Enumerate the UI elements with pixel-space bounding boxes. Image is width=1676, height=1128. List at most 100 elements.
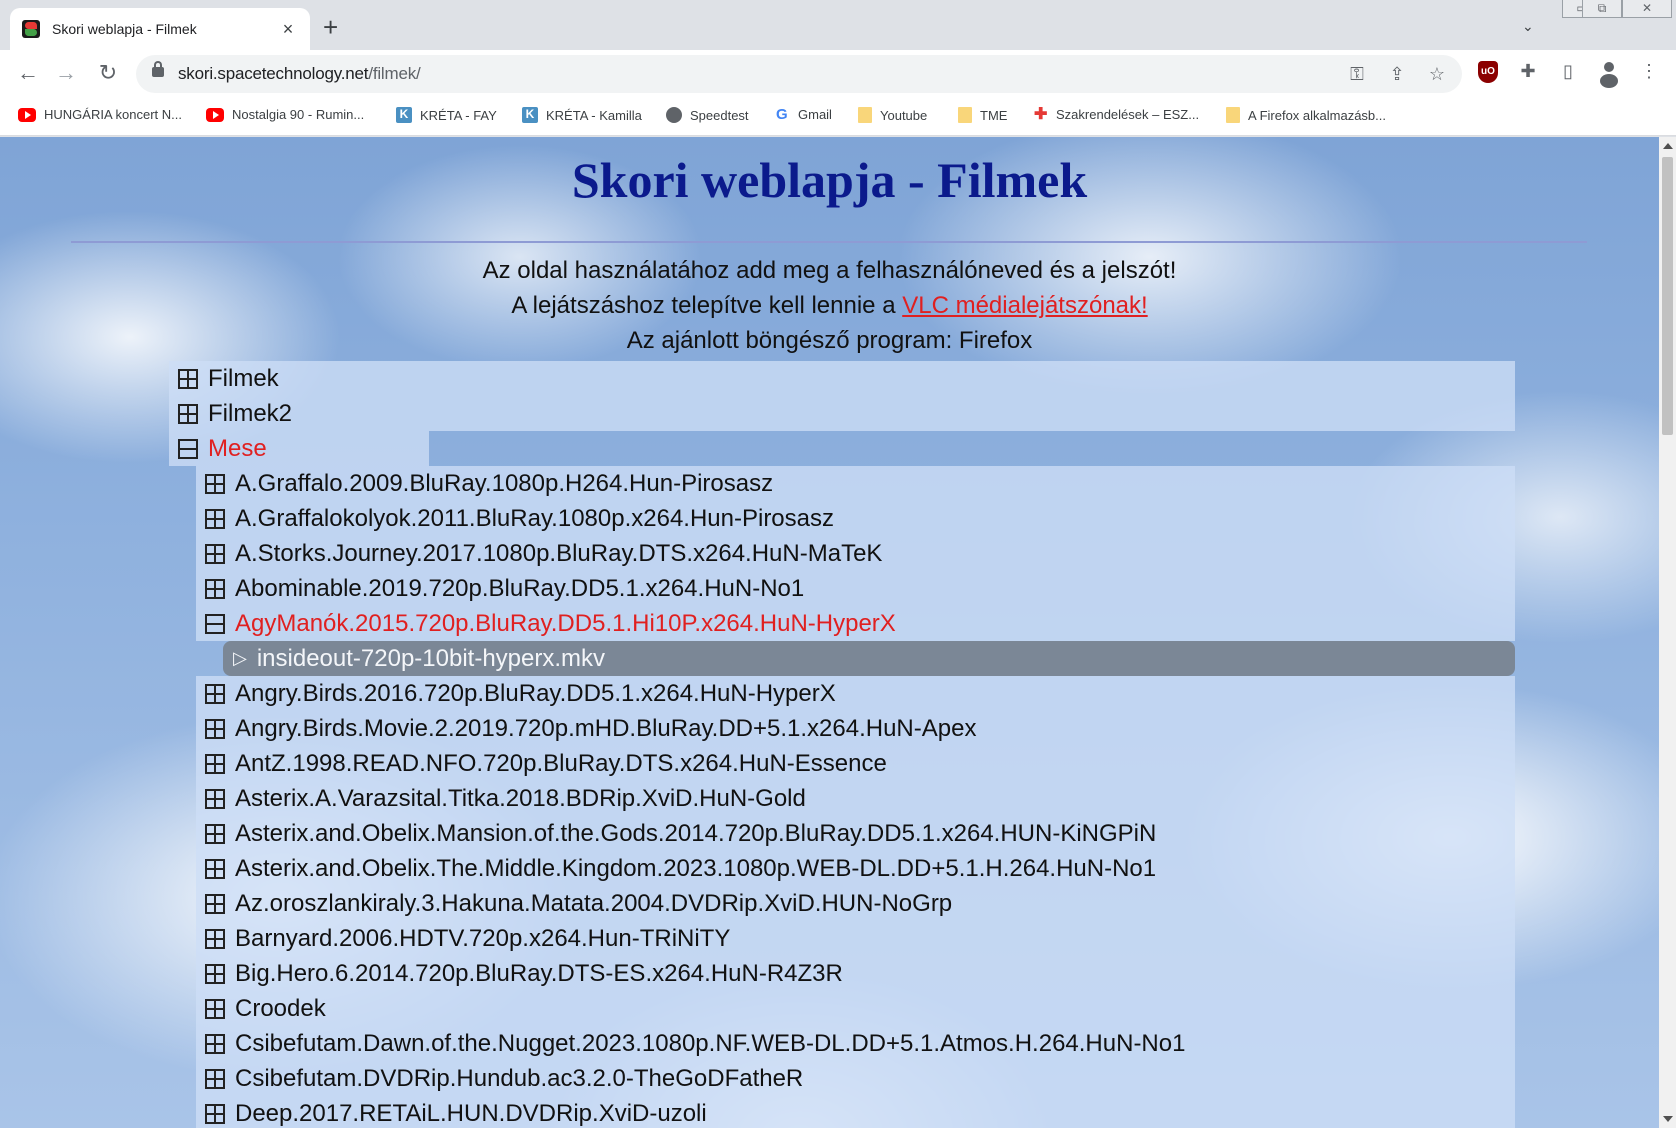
address-bar[interactable]: skori.spacetechnology.net/filmek/ ⚿ ⇪ ☆ <box>136 55 1462 93</box>
google-icon: G <box>776 105 788 123</box>
kreta-icon: K <box>396 107 412 123</box>
extensions-icon[interactable]: ✚ <box>1515 58 1541 84</box>
bookmarks-bar: HUNGÁRIA koncert N... Nostalgia 90 - Rum… <box>0 98 1676 136</box>
divider <box>71 241 1587 243</box>
tree-item[interactable]: Az.oroszlankiraly.3.Hakuna.Matata.2004.D… <box>196 886 1515 921</box>
expand-icon[interactable] <box>178 403 198 424</box>
bookmark-item[interactable]: A Firefox alkalmazásb... <box>1226 107 1386 123</box>
tree-item[interactable]: Deep.2017.RETAiL.HUN.DVDRip.XviD-uzoli <box>196 1096 1515 1128</box>
web-page: Skori weblapja - Filmek Az oldal használ… <box>0 137 1659 1128</box>
tab-close-icon[interactable]: × <box>278 19 298 40</box>
ublock-extension-icon[interactable]: uO <box>1478 61 1498 83</box>
expand-icon[interactable] <box>205 788 225 809</box>
tree-item[interactable]: A.Graffalo.2009.BluRay.1080p.H264.Hun-Pi… <box>196 466 1515 501</box>
tree-item[interactable]: Asterix.and.Obelix.The.Middle.Kingdom.20… <box>196 851 1515 886</box>
tree-item[interactable]: Csibefutam.Dawn.of.the.Nugget.2023.1080p… <box>196 1026 1515 1061</box>
tab-title: Skori weblapja - Filmek <box>52 21 197 37</box>
page-title: Skori weblapja - Filmek <box>571 152 1088 208</box>
red-cross-icon: ✚ <box>1034 105 1048 123</box>
expand-icon[interactable] <box>205 963 225 984</box>
folder-icon <box>858 107 872 123</box>
tree-folder-mese[interactable]: Mese <box>169 431 429 466</box>
scrollbar-thumb[interactable] <box>1662 157 1673 435</box>
expand-icon[interactable] <box>205 578 225 599</box>
reload-button[interactable]: ↻ <box>94 60 122 88</box>
play-icon[interactable]: ▷ <box>233 648 247 669</box>
expand-icon[interactable] <box>205 508 225 529</box>
share-icon[interactable]: ⇪ <box>1386 63 1408 85</box>
login-notice: Az oldal használatához add meg a felhasz… <box>482 257 1177 284</box>
browser-titlebar: Skori weblapja - Filmek × + ⌄ ▭ ⧉ ✕ <box>0 0 1676 50</box>
folder-tree: Filmek Filmek2 Mese A.Graffalo.2009.BluR… <box>169 361 1515 1128</box>
browser-menu-icon[interactable]: ⋮ <box>1636 58 1662 84</box>
tree-folder-filmek2[interactable]: Filmek2 <box>169 396 1515 431</box>
bookmark-item[interactable]: Youtube <box>858 107 927 123</box>
expand-icon[interactable] <box>205 683 225 704</box>
tree-item-open[interactable]: AgyManók.2015.720p.BluRay.DD5.1.Hi10P.x2… <box>196 606 1515 641</box>
bookmark-item[interactable]: K KRÉTA - Kamilla <box>522 107 642 123</box>
vlc-link[interactable]: VLC médialejátszónak! <box>902 292 1147 319</box>
scroll-down-icon[interactable] <box>1663 1116 1673 1122</box>
bookmark-item[interactable]: Nostalgia 90 - Rumin... <box>206 107 364 122</box>
vlc-notice: A lejátszáshoz telepítve kell lennie a V… <box>511 292 1148 319</box>
tree-item[interactable]: Asterix.A.Varazsital.Titka.2018.BDRip.Xv… <box>196 781 1515 816</box>
tree-item[interactable]: Big.Hero.6.2014.720p.BluRay.DTS-ES.x264.… <box>196 956 1515 991</box>
globe-icon <box>666 107 682 123</box>
side-panel-icon[interactable]: ▯ <box>1555 58 1581 84</box>
tab-search-icon[interactable]: ⌄ <box>1522 18 1534 35</box>
youtube-icon <box>206 107 224 122</box>
close-window-button[interactable]: ✕ <box>1622 0 1672 18</box>
bookmark-star-icon[interactable]: ☆ <box>1426 63 1448 85</box>
video-file-row[interactable]: ▷ insideout-720p-10bit-hyperx.mkv <box>223 641 1515 676</box>
tree-item[interactable]: Croodek <box>196 991 1515 1026</box>
expand-icon[interactable] <box>178 368 198 389</box>
tab-active[interactable]: Skori weblapja - Filmek × <box>10 8 310 50</box>
bookmark-item[interactable]: G Gmail <box>776 105 832 123</box>
browser-notice: Az ajánlott böngésző program: Firefox <box>626 327 1033 354</box>
expand-icon[interactable] <box>205 473 225 494</box>
expand-icon[interactable] <box>205 893 225 914</box>
expand-icon[interactable] <box>205 928 225 949</box>
tree-item[interactable]: Barnyard.2006.HDTV.720p.x264.Hun-TRiNiTY <box>196 921 1515 956</box>
new-tab-button[interactable]: + <box>323 14 338 40</box>
expand-icon[interactable] <box>205 858 225 879</box>
youtube-icon <box>18 107 36 122</box>
maximize-button[interactable]: ⧉ <box>1582 0 1622 18</box>
expand-icon[interactable] <box>205 823 225 844</box>
tree-item[interactable]: AntZ.1998.READ.NFO.720p.BluRay.DTS.x264.… <box>196 746 1515 781</box>
forward-button[interactable]: → <box>52 60 80 88</box>
lock-icon[interactable] <box>152 61 164 77</box>
expand-icon[interactable] <box>205 1033 225 1054</box>
expand-icon[interactable] <box>205 998 225 1019</box>
expand-icon[interactable] <box>205 718 225 739</box>
expand-icon[interactable] <box>205 1068 225 1089</box>
tree-folder-filmek[interactable]: Filmek <box>169 361 1515 396</box>
password-key-icon[interactable]: ⚿ <box>1346 63 1368 85</box>
url-text[interactable]: skori.spacetechnology.net/filmek/ <box>178 64 421 84</box>
expand-icon[interactable] <box>205 753 225 774</box>
folder-icon <box>1226 107 1240 123</box>
expand-icon[interactable] <box>205 1103 225 1124</box>
bookmark-item[interactable]: K KRÉTA - FAY <box>396 107 497 123</box>
tree-item[interactable]: Csibefutam.DVDRip.Hundub.ac3.2.0-TheGoDF… <box>196 1061 1515 1096</box>
page-scrollbar[interactable] <box>1659 137 1676 1128</box>
tree-item[interactable]: A.Storks.Journey.2017.1080p.BluRay.DTS.x… <box>196 536 1515 571</box>
bookmark-item[interactable]: ✚ Szakrendelések – ESZ... <box>1034 105 1199 123</box>
bookmark-item[interactable]: HUNGÁRIA koncert N... <box>18 107 182 122</box>
back-button[interactable]: ← <box>14 60 42 88</box>
bookmark-item[interactable]: TME <box>958 107 1007 123</box>
bookmark-item[interactable]: Speedtest <box>666 107 749 123</box>
collapse-icon[interactable] <box>205 613 225 634</box>
site-favicon-icon <box>22 20 40 38</box>
tree-item[interactable]: Abominable.2019.720p.BluRay.DD5.1.x264.H… <box>196 571 1515 606</box>
expand-icon[interactable] <box>205 543 225 564</box>
tree-item[interactable]: Angry.Birds.2016.720p.BluRay.DD5.1.x264.… <box>196 676 1515 711</box>
tree-item[interactable]: Asterix.and.Obelix.Mansion.of.the.Gods.2… <box>196 816 1515 851</box>
tree-item[interactable]: Angry.Birds.Movie.2.2019.720p.mHD.BluRay… <box>196 711 1515 746</box>
folder-icon <box>958 107 972 123</box>
collapse-icon[interactable] <box>178 438 198 459</box>
kreta-icon: K <box>522 107 538 123</box>
scroll-up-icon[interactable] <box>1663 143 1673 149</box>
browser-toolbar: ← → ↻ skori.spacetechnology.net/filmek/ … <box>0 50 1676 98</box>
tree-item[interactable]: A.Graffalokolyok.2011.BluRay.1080p.x264.… <box>196 501 1515 536</box>
